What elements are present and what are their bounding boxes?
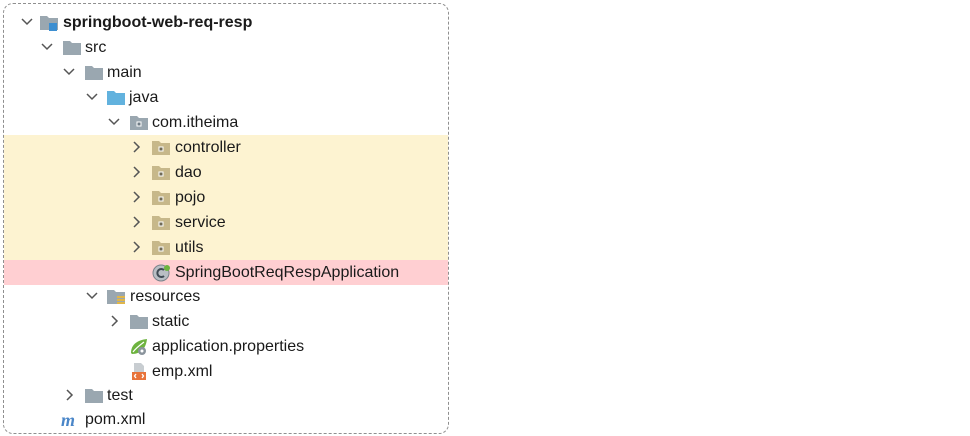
- package-icon: [151, 188, 171, 208]
- tree-node-java[interactable]: java: [4, 85, 448, 110]
- package-icon: [151, 163, 171, 183]
- chevron-down-icon[interactable]: [60, 63, 78, 81]
- tree-node-main[interactable]: main: [4, 60, 448, 85]
- chevron-down-icon[interactable]: [83, 287, 101, 305]
- tree-node-pom-xml[interactable]: pom.xml: [4, 407, 448, 432]
- tree-node-label: emp.xml: [152, 363, 213, 380]
- tree-node-package-dao[interactable]: dao: [4, 160, 448, 185]
- tree-node-package-pojo[interactable]: pojo: [4, 185, 448, 210]
- tree-node-label: service: [175, 214, 226, 231]
- tree-node-resources[interactable]: resources: [4, 284, 448, 309]
- tree-node-label: com.itheima: [152, 114, 239, 131]
- tree-node-label: static: [152, 313, 190, 330]
- chevron-right-icon[interactable]: [60, 386, 78, 404]
- chevron-right-icon[interactable]: [127, 163, 145, 181]
- tree-node-label: java: [129, 89, 159, 106]
- source-root-folder-icon: [106, 88, 126, 108]
- project-tree-panel: springboot-web-req-resp src main java co…: [3, 3, 449, 434]
- tree-node-package-utils[interactable]: utils: [4, 235, 448, 260]
- chevron-right-icon[interactable]: [127, 213, 145, 231]
- chevron-down-icon[interactable]: [105, 113, 123, 131]
- tree-node-root-module[interactable]: springboot-web-req-resp: [4, 10, 448, 35]
- maven-icon: [61, 410, 81, 430]
- xml-file-icon: [129, 362, 149, 382]
- folder-icon: [84, 386, 104, 406]
- spring-properties-icon: [129, 337, 149, 357]
- tree-node-application-properties[interactable]: application.properties: [4, 334, 448, 359]
- tree-node-label: SpringBootReqRespApplication: [175, 264, 400, 281]
- tree-node-label: dao: [175, 164, 202, 181]
- package-icon: [151, 213, 171, 233]
- tree-node-test[interactable]: test: [4, 383, 448, 408]
- chevron-right-icon[interactable]: [127, 188, 145, 206]
- package-icon: [151, 238, 171, 258]
- tree-node-label: pojo: [175, 189, 206, 206]
- chevron-down-icon[interactable]: [18, 13, 36, 31]
- package-icon: [129, 113, 149, 133]
- tree-node-label: utils: [175, 239, 204, 256]
- tree-node-label: application.properties: [152, 338, 305, 355]
- tree-node-application-class[interactable]: SpringBootReqRespApplication: [4, 260, 448, 285]
- tree-node-src[interactable]: src: [4, 35, 448, 60]
- tree-node-label: springboot-web-req-resp: [63, 14, 253, 31]
- tree-node-label: src: [85, 39, 107, 56]
- package-icon: [151, 138, 171, 158]
- module-folder-icon: [39, 13, 59, 33]
- folder-icon: [84, 63, 104, 83]
- chevron-right-icon[interactable]: [127, 138, 145, 156]
- chevron-right-icon[interactable]: [127, 238, 145, 256]
- chevron-down-icon[interactable]: [38, 38, 56, 56]
- chevron-down-icon[interactable]: [83, 88, 101, 106]
- tree-node-label: pom.xml: [85, 411, 146, 428]
- resources-root-folder-icon: [106, 287, 126, 307]
- tree-node-static[interactable]: static: [4, 309, 448, 334]
- chevron-right-icon[interactable]: [105, 312, 123, 330]
- folder-icon: [129, 312, 149, 332]
- tree-node-label: controller: [175, 139, 241, 156]
- tree-node-package-controller[interactable]: controller: [4, 135, 448, 160]
- tree-node-label: main: [107, 64, 142, 81]
- tree-node-package-com-itheima[interactable]: com.itheima: [4, 110, 448, 135]
- tree-node-label: resources: [130, 288, 201, 305]
- folder-icon: [62, 38, 82, 58]
- spring-boot-class-icon: [151, 263, 171, 283]
- tree-node-package-service[interactable]: service: [4, 210, 448, 235]
- tree-node-label: test: [107, 387, 133, 404]
- tree-node-emp-xml[interactable]: emp.xml: [4, 359, 448, 384]
